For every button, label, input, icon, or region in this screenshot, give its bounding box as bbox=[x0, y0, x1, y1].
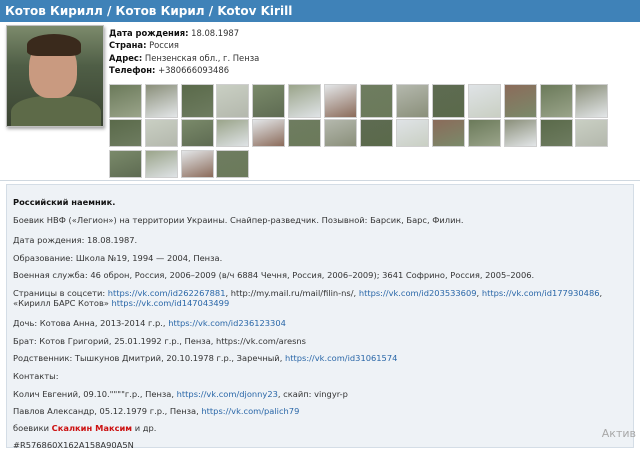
social-line-2: «Кирилл БАРС Котов» https://vk.com/id147… bbox=[13, 298, 230, 308]
photo-thumbnail[interactable] bbox=[432, 119, 465, 147]
photo-thumbnail[interactable] bbox=[468, 119, 501, 147]
photo-thumbnail[interactable] bbox=[216, 119, 249, 147]
info-row-phone: Телефон: +380666093486 bbox=[109, 65, 230, 76]
photo-thumbnail[interactable] bbox=[324, 119, 357, 147]
description-panel: Российский наемник. Боевик НВФ («Легион»… bbox=[6, 184, 634, 450]
photo-thumbnail[interactable] bbox=[324, 84, 357, 118]
contact-line: Павлов Александр, 05.12.1979 г.р., Пенза… bbox=[13, 406, 300, 416]
photo-thumbnail[interactable] bbox=[575, 119, 608, 147]
photo-thumbnail[interactable] bbox=[504, 119, 537, 147]
profile-info: Дата рождения: 18.08.1987 Страна: Россия… bbox=[109, 27, 259, 77]
photo-thumbnail[interactable] bbox=[145, 119, 178, 147]
brother-line: Брат: Котов Григорий, 25.01.1992 г.р., П… bbox=[13, 336, 306, 346]
education-line: Образование: Школа №19, 1994 — 2004, Пен… bbox=[13, 253, 223, 263]
activation-watermark: Актив bbox=[601, 427, 636, 440]
photo-thumbnail[interactable] bbox=[181, 84, 214, 118]
photo-thumbnail[interactable] bbox=[181, 150, 214, 178]
photo-thumbnail[interactable] bbox=[109, 150, 142, 178]
photo-thumbnail[interactable] bbox=[109, 84, 142, 118]
military-line: Военная служба: 46 оброн, Россия, 2006–2… bbox=[13, 270, 535, 280]
code-line: #R576860X162A158A90A5N bbox=[13, 440, 134, 450]
photo-thumbnail[interactable] bbox=[288, 84, 321, 118]
photo-thumbnail[interactable] bbox=[216, 150, 249, 178]
photo-thumbnail[interactable] bbox=[288, 119, 321, 147]
fighters-line: боевики Скалкин Максим и др. bbox=[13, 423, 157, 433]
social-line: Страницы в соцсети: https://vk.com/id262… bbox=[13, 288, 603, 298]
photo-thumbnail[interactable] bbox=[468, 84, 501, 118]
photo-thumbnail[interactable] bbox=[109, 119, 142, 147]
photo-thumbnail[interactable] bbox=[396, 84, 429, 118]
daughter-link[interactable]: https://vk.com/id236123304 bbox=[168, 318, 286, 328]
photo-thumbnail[interactable] bbox=[145, 150, 178, 178]
photo-thumbnail[interactable] bbox=[360, 119, 393, 147]
photo-thumbnail[interactable] bbox=[540, 119, 573, 147]
contact-line: Колич Евгений, 09.10.""""г.р., Пенза, ht… bbox=[13, 389, 348, 399]
contacts-heading: Контакты: bbox=[13, 371, 59, 381]
social-link[interactable]: https://vk.com/id177930486 bbox=[482, 288, 600, 298]
photo-thumbnail[interactable] bbox=[396, 119, 429, 147]
daughter-line: Дочь: Котова Анна, 2013-2014 г.р., https… bbox=[13, 318, 286, 328]
info-row-country: Страна: Россия bbox=[109, 40, 179, 51]
social-link[interactable]: https://vk.com/id262267881 bbox=[108, 288, 226, 298]
photo-thumbnail[interactable] bbox=[540, 84, 573, 118]
description-heading: Российский наемник. bbox=[13, 197, 116, 207]
photo-thumbnail[interactable] bbox=[181, 119, 214, 147]
photo-thumbnail[interactable] bbox=[504, 84, 537, 118]
relative-link[interactable]: https://vk.com/id31061574 bbox=[285, 353, 397, 363]
info-row-birthdate: Дата рождения: 18.08.1987 bbox=[109, 28, 240, 38]
social-link[interactable]: https://vk.com/id203533609 bbox=[359, 288, 477, 298]
description-line: Боевик НВФ («Легион») на территории Укра… bbox=[13, 215, 464, 225]
fighter-name: Скалкин Максим bbox=[51, 423, 133, 433]
social-link[interactable]: https://vk.com/id147043499 bbox=[112, 298, 230, 308]
photo-thumbnail[interactable] bbox=[145, 84, 178, 118]
photo-thumbnail[interactable] bbox=[360, 84, 393, 118]
profile-photo[interactable] bbox=[6, 25, 104, 127]
photo-thumbnail[interactable] bbox=[432, 84, 465, 118]
page-title: Котов Кирилл / Котов Кирил / Kotov Kiril… bbox=[0, 0, 640, 22]
photo-thumbnail[interactable] bbox=[575, 84, 608, 118]
divider bbox=[0, 180, 640, 181]
info-row-address: Адрес: Пензенская обл., г. Пенза bbox=[109, 52, 260, 63]
photo-thumbnail[interactable] bbox=[216, 84, 249, 118]
contact-link[interactable]: https://vk.com/palich79 bbox=[201, 406, 299, 416]
photo-thumbnail[interactable] bbox=[252, 84, 285, 118]
contact-link[interactable]: https://vk.com/djonny23 bbox=[177, 389, 278, 399]
photo-thumbnail[interactable] bbox=[252, 119, 285, 147]
birthdate-line: Дата рождения: 18.08.1987. bbox=[13, 235, 138, 245]
relative-line: Родственник: Тышкунов Дмитрий, 20.10.197… bbox=[13, 353, 398, 363]
